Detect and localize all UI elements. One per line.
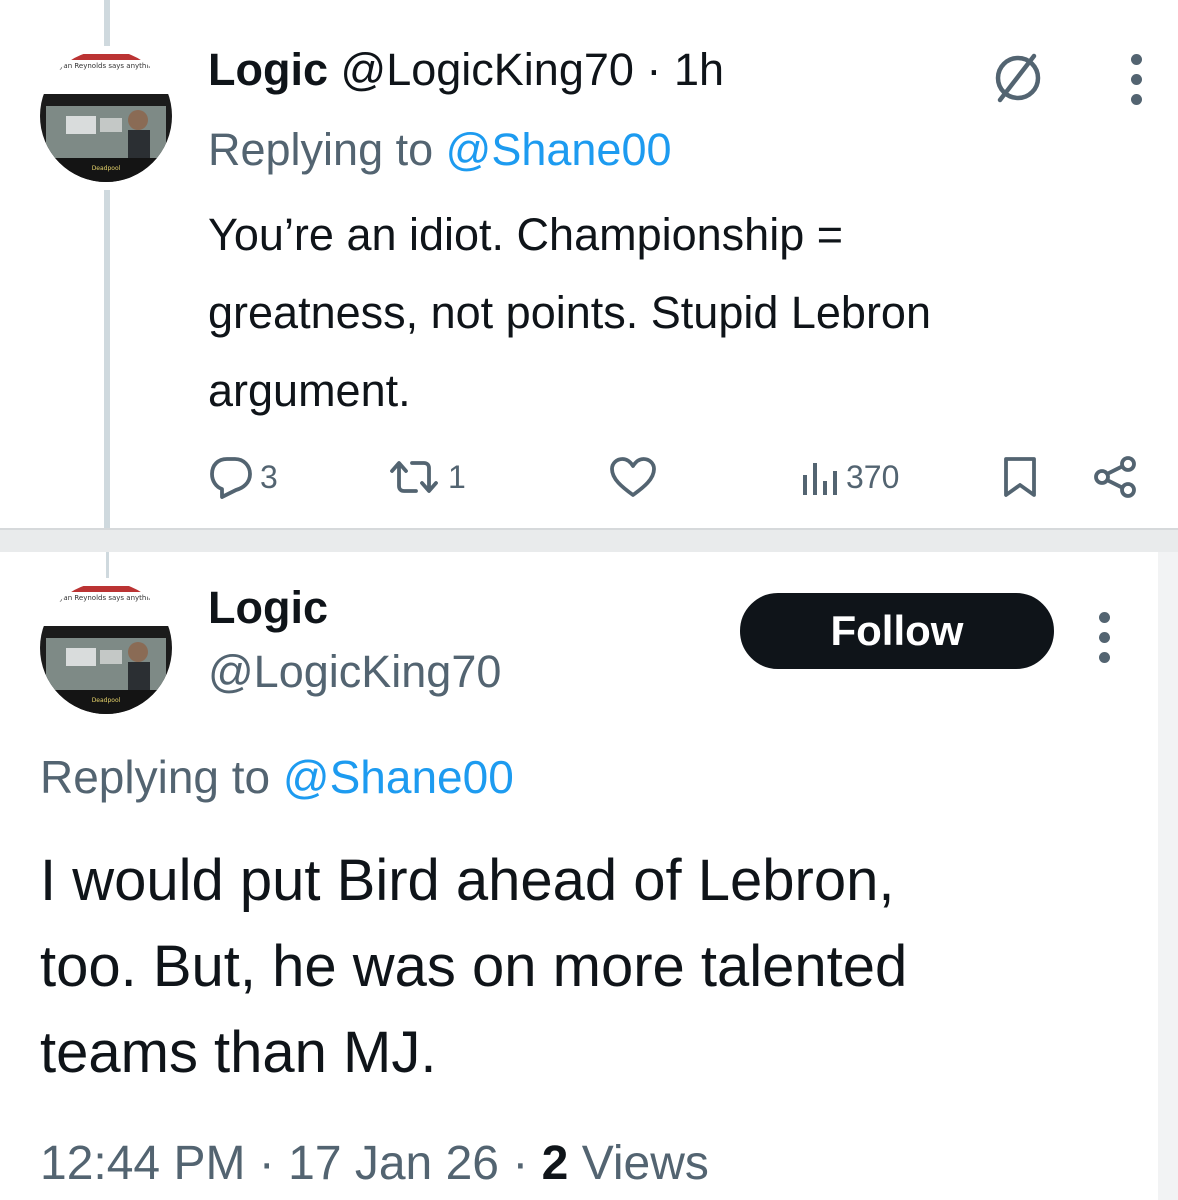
share-icon	[1094, 456, 1136, 498]
svg-text:Ryan Reynolds says anything: Ryan Reynolds says anything	[55, 62, 157, 70]
replying-to-label: Replying to	[40, 751, 271, 803]
timestamp[interactable]: 1h	[674, 44, 724, 95]
more-icon[interactable]	[1098, 612, 1110, 663]
bookmark-button[interactable]	[1000, 455, 1040, 499]
username-handle[interactable]: @LogicKing70	[208, 646, 501, 698]
separator: ·	[258, 1137, 275, 1190]
thread-line-top	[104, 0, 110, 46]
reply-button[interactable]: 3	[208, 455, 278, 499]
thread-line-bottom	[104, 190, 110, 528]
follow-button[interactable]: Follow	[740, 593, 1054, 669]
screenshot-divider	[0, 528, 1178, 552]
replying-to-line: Replying to @Shane00	[208, 124, 672, 176]
separator: ·	[512, 1137, 529, 1190]
reply-count: 3	[260, 458, 278, 495]
repost-button[interactable]: 1	[386, 455, 466, 499]
svg-text:Deadpool: Deadpool	[92, 165, 121, 172]
action-bar: 3 1 370	[208, 455, 1148, 505]
avatar[interactable]: Ryan Reynolds says anything Deadpool	[40, 582, 172, 714]
grok-icon[interactable]	[990, 50, 1046, 106]
divider-edge	[0, 528, 1178, 530]
bookmark-icon	[1004, 457, 1036, 497]
tweet-meta: 12:44 PM · 17 Jan 26 · 2 Views	[40, 1136, 709, 1191]
views-icon	[803, 463, 837, 495]
views-label: Views	[581, 1137, 709, 1190]
svg-text:Ryan Reynolds says anything: Ryan Reynolds says anything	[55, 594, 157, 602]
more-icon[interactable]	[1130, 54, 1142, 105]
repost-icon	[390, 461, 438, 493]
tweet-time[interactable]: 12:44 PM	[40, 1137, 245, 1190]
views-count: 2	[541, 1137, 569, 1190]
avatar[interactable]: Ryan Reynolds says anything Deadpool	[40, 50, 172, 182]
replying-to-handle[interactable]: @Shane00	[283, 751, 514, 803]
display-name[interactable]: Logic	[208, 44, 328, 95]
username-handle[interactable]: @LogicKing70	[341, 44, 634, 95]
like-button[interactable]	[608, 455, 664, 499]
like-icon	[610, 457, 656, 497]
tweet1-header: Logic @LogicKing70 · 1h	[208, 44, 724, 96]
tweet-text: You’re an idiot. Championship = greatnes…	[208, 209, 931, 416]
separator: ·	[646, 44, 662, 95]
display-name[interactable]: Logic	[208, 582, 328, 634]
share-button[interactable]	[1092, 455, 1138, 499]
views-count: 370	[846, 458, 900, 495]
replying-to-line: Replying to @Shane00	[40, 750, 514, 804]
views-button[interactable]: 370	[800, 455, 899, 499]
replying-to-label: Replying to	[208, 124, 434, 175]
svg-text:Deadpool: Deadpool	[92, 697, 121, 704]
thread-line-main	[106, 552, 109, 578]
tweet-date[interactable]: 17 Jan 26	[288, 1137, 499, 1190]
repost-count: 1	[448, 458, 466, 495]
right-edge-strip	[1158, 552, 1178, 1200]
reply-icon	[210, 457, 252, 499]
tweet-text: I would put Bird ahead of Lebron, too. B…	[40, 848, 908, 1085]
replying-to-handle[interactable]: @Shane00	[446, 124, 672, 175]
